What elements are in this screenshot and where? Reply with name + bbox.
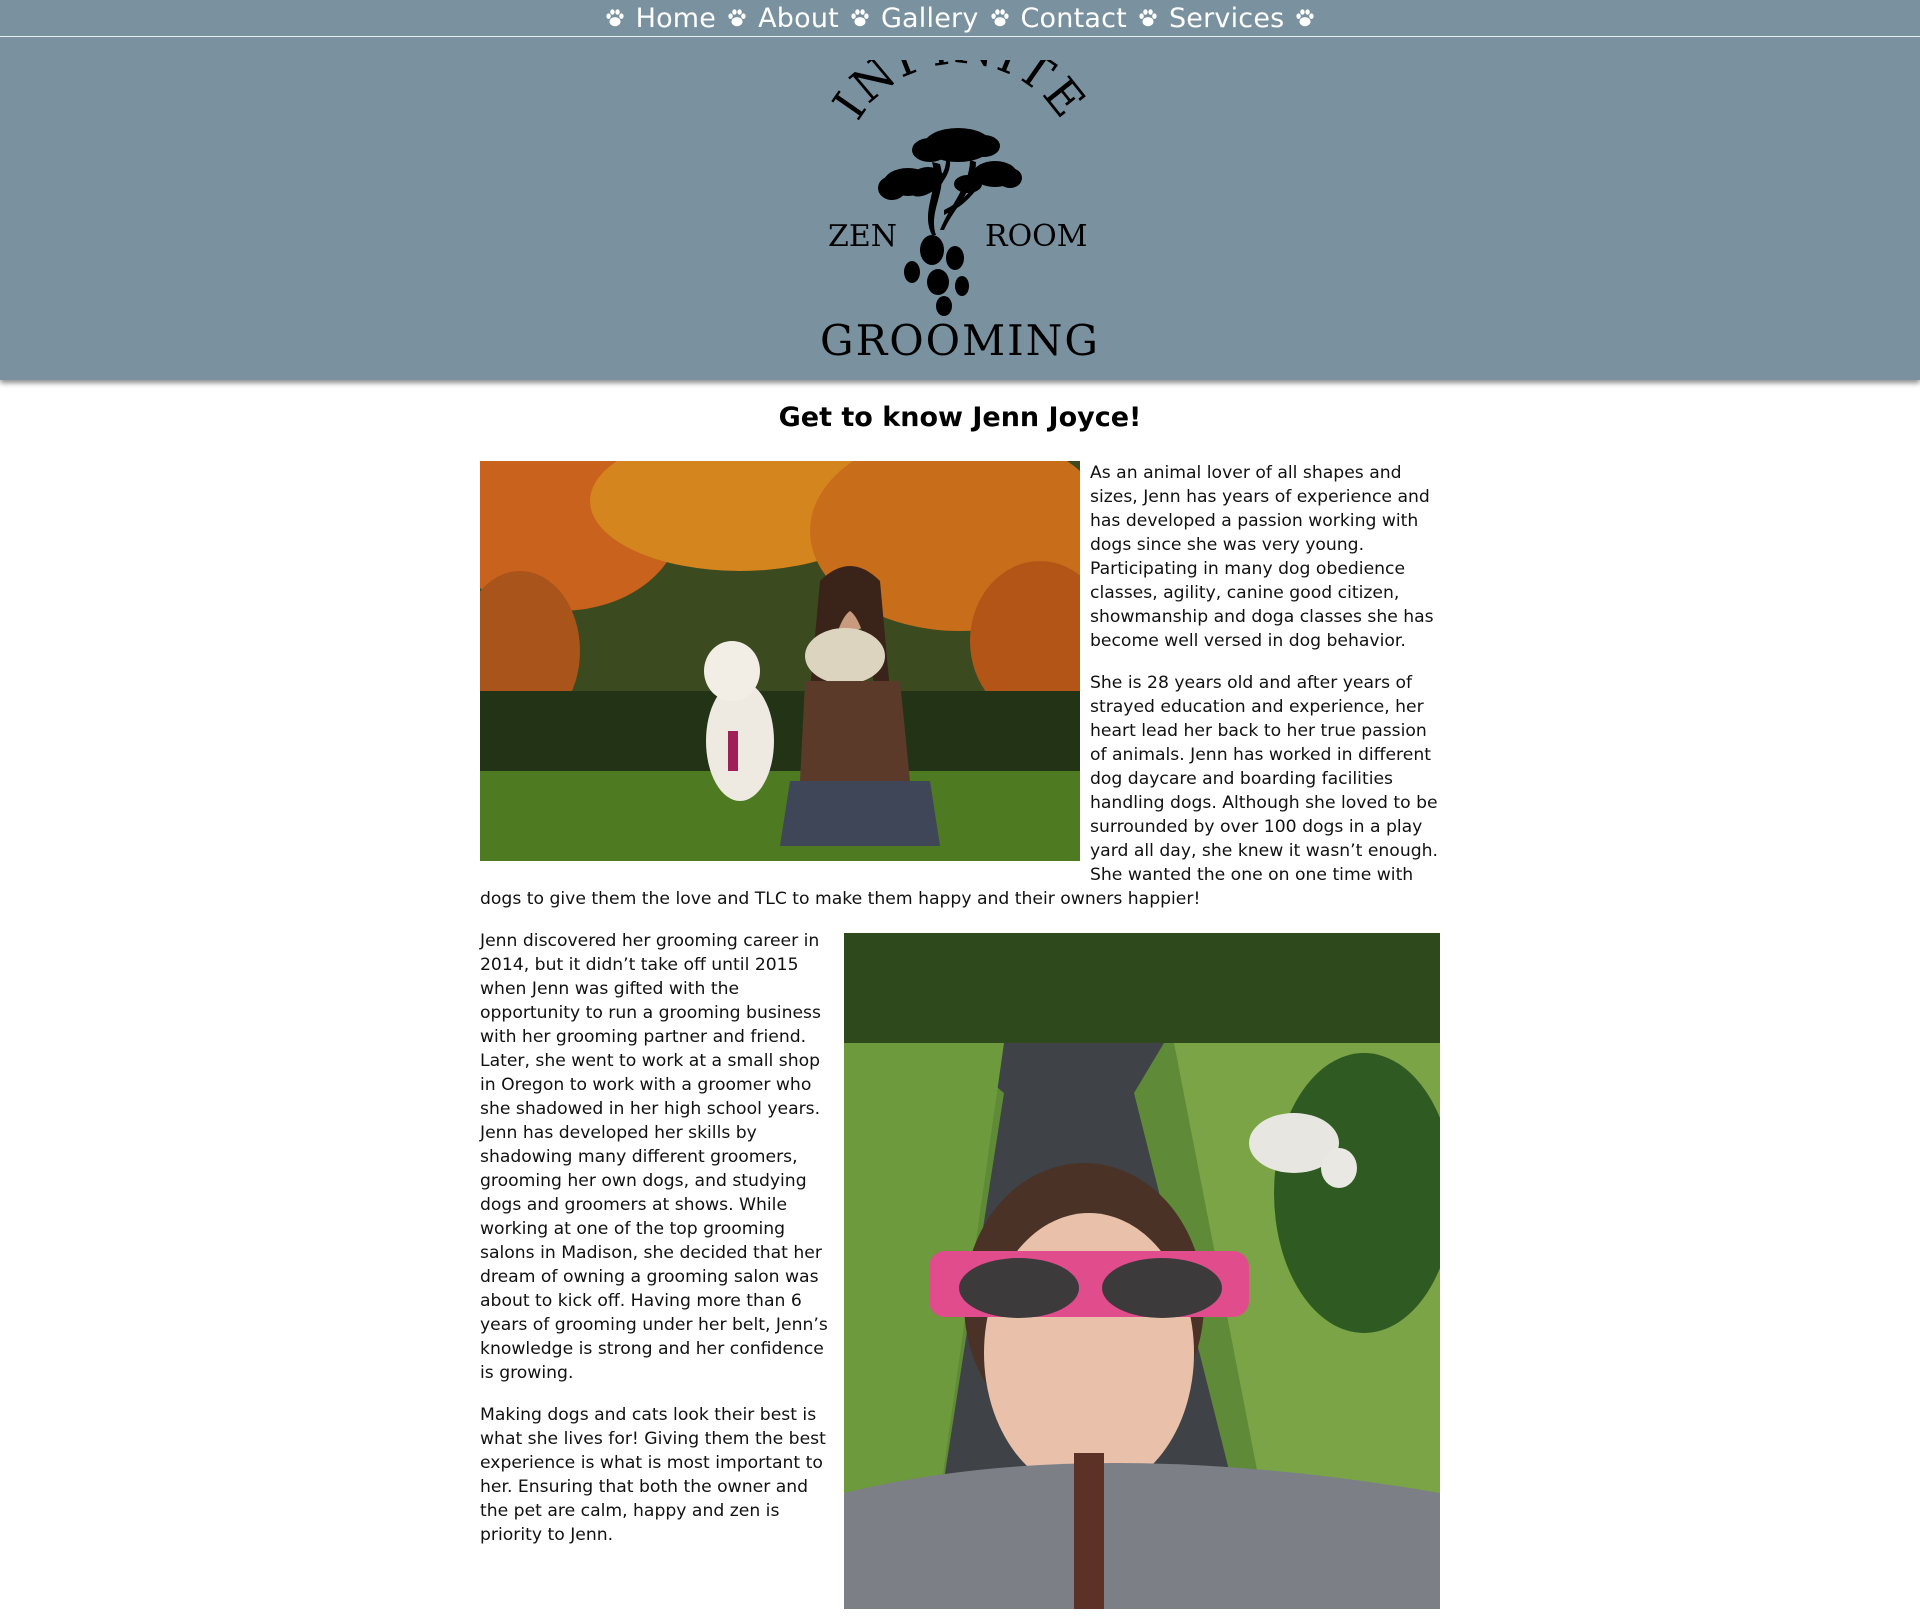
- paw-icon: [989, 7, 1011, 29]
- about-content: As an animal lover of all shapes and siz…: [480, 461, 1440, 1617]
- nav-services-link[interactable]: Services: [1169, 3, 1284, 34]
- logo-left-text: ZEN: [828, 219, 897, 254]
- nav-about-link[interactable]: About: [758, 3, 839, 34]
- paw-icon: [1294, 7, 1316, 29]
- paw-icon: [1137, 7, 1159, 29]
- paw-icon: [604, 7, 626, 29]
- logo-bottom-text: GROOMING: [820, 316, 1100, 365]
- jenn-selfie-trail-photo: [844, 933, 1440, 1609]
- logo-right-text: ROOM: [985, 219, 1088, 254]
- page-title: Get to know Jenn Joyce!: [778, 402, 1142, 433]
- logo-top-text: INFINITE: [822, 60, 1097, 129]
- paw-icon: [726, 7, 748, 29]
- nav-contact-link[interactable]: Contact: [1021, 3, 1127, 34]
- site-header: Home About Gallery Contact Services INFI…: [0, 0, 1920, 380]
- nav-gallery-link[interactable]: Gallery: [881, 3, 979, 34]
- infinite-zen-room-grooming-logo[interactable]: INFINITE ZEN ROOM GROOMING: [820, 60, 1100, 370]
- paw-icon: [849, 7, 871, 29]
- main-nav: Home About Gallery Contact Services: [0, 0, 1920, 37]
- jenn-with-dog-autumn-photo: [480, 461, 1080, 861]
- nav-home-link[interactable]: Home: [636, 3, 717, 34]
